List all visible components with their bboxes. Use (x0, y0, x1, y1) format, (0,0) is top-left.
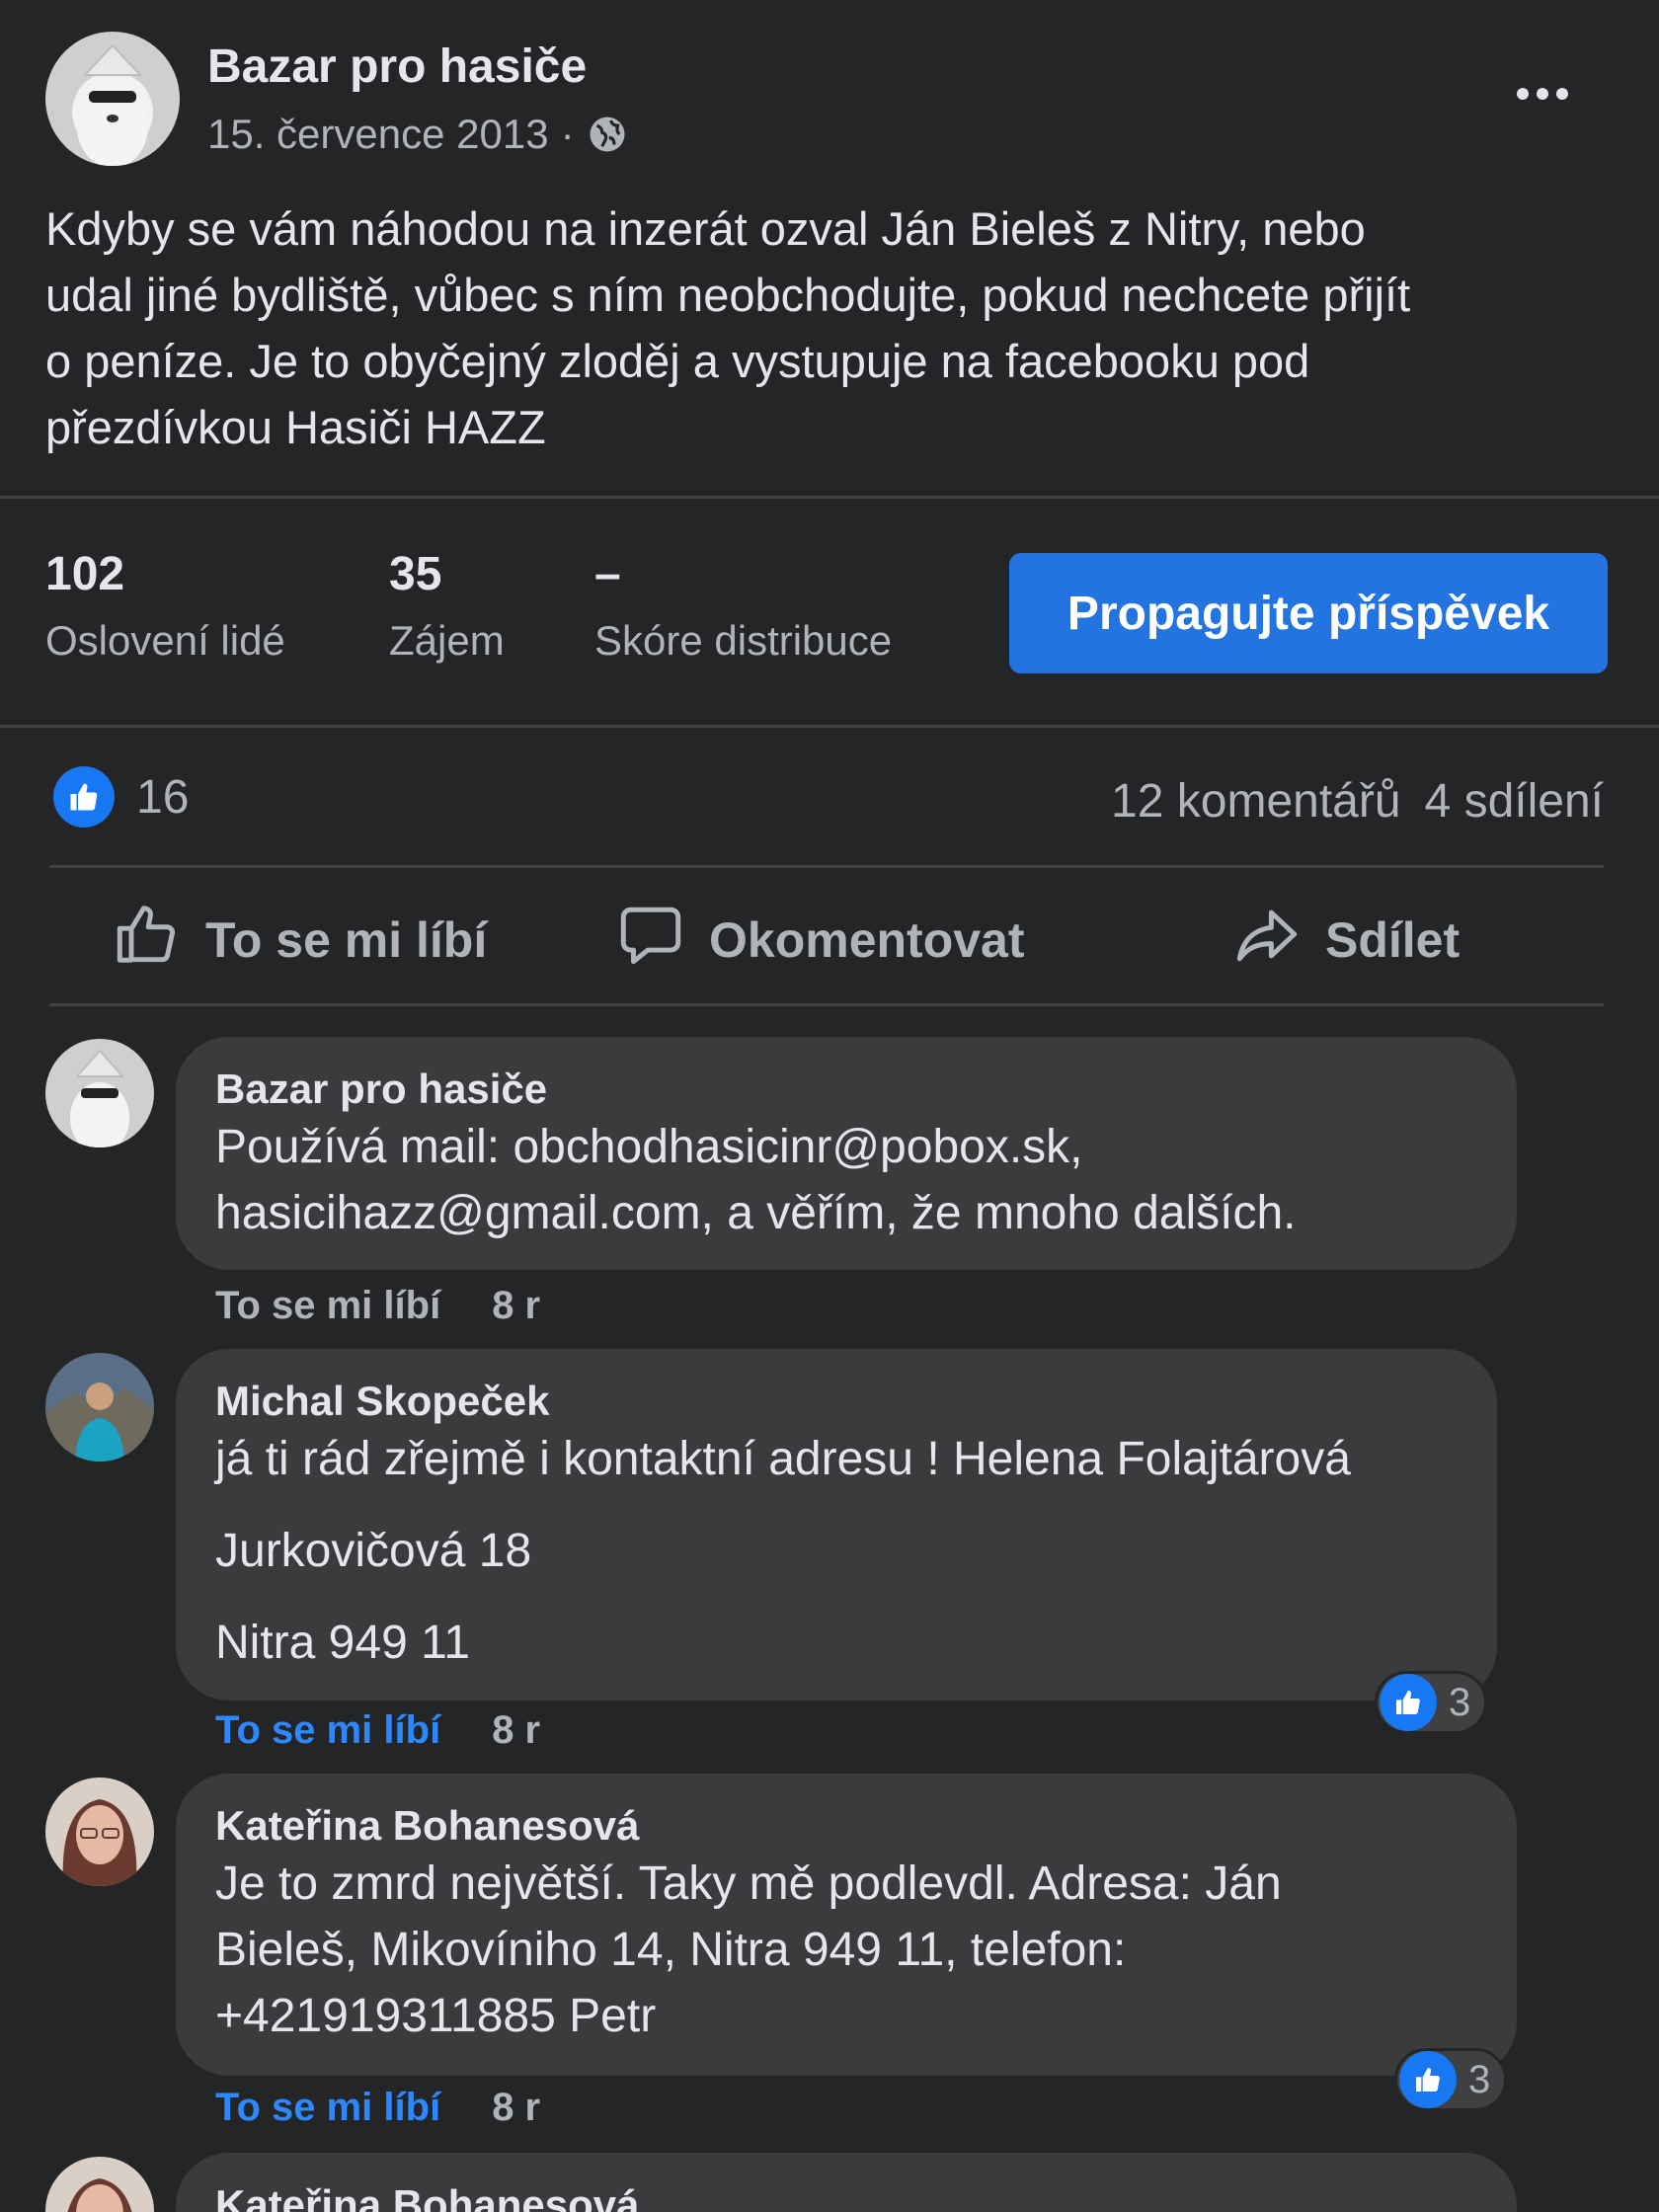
share-count[interactable]: 4 sdílení (1425, 774, 1604, 829)
comment-text-line: Nitra 949 11 (215, 1617, 470, 1669)
engagement-label: Zájem (389, 617, 505, 664)
comment-text-line: Používá mail: obchodhasicinr@pobox.sk, (215, 1121, 1083, 1173)
share-button-label: Sdílet (1325, 912, 1461, 968)
comment-text-line: Bieleš, Mikovíniho 14, Nitra 949 11, tel… (215, 1924, 1127, 1976)
engagement-value: 35 (389, 548, 442, 600)
divider (49, 865, 1604, 868)
comment-like-button[interactable]: To se mi líbí (215, 1708, 440, 1753)
comment-avatar[interactable] (45, 2157, 154, 2212)
comment-text-line: hasicihazz@gmail.com, a věřím, že mnoho … (215, 1187, 1297, 1239)
distribution-stat[interactable]: – Skóre distribuce (594, 547, 892, 666)
post-text: Kdyby se vám náhodou na inzerát ozval Já… (45, 196, 1625, 460)
comment-bubble: Kateřina Bohanesová Je to zmrd největší.… (176, 1774, 1517, 2076)
more-horizontal-icon (1517, 88, 1529, 100)
comment-text-line: Je to zmrd největší. Taky mě podlevdl. A… (215, 1857, 1282, 1910)
comment-timestamp[interactable]: 8 r (492, 1708, 540, 1753)
comment-avatar[interactable] (45, 1353, 154, 1462)
page-avatar[interactable] (45, 32, 180, 166)
more-dot (1556, 88, 1568, 100)
comment-bubble: Kateřina Bohanesová (176, 2153, 1517, 2212)
more-options-button[interactable] (1501, 59, 1584, 128)
post-text-line: Kdyby se vám náhodou na inzerát ozval Já… (45, 202, 1366, 255)
post-text-line: udal jiné bydliště, vůbec s ním neobchod… (45, 269, 1411, 321)
comment-count[interactable]: 12 komentářů (1111, 774, 1401, 829)
comment-actions: To se mi líbí 8 r (215, 1708, 540, 1753)
comment-text-line: Jurkovičová 18 (215, 1525, 532, 1577)
like-reaction-icon (1380, 1674, 1437, 1731)
comment-reaction-summary[interactable]: 3 (1394, 2048, 1508, 2111)
globe-icon[interactable] (587, 114, 628, 155)
comment-avatar[interactable] (45, 1039, 154, 1147)
comment-button-label: Okomentovat (709, 912, 1025, 968)
reach-value: 102 (45, 548, 125, 600)
post-text-line: o peníze. Je to obyčejný zloděj a vystup… (45, 335, 1310, 387)
comment-actions: To se mi líbí 8 r (215, 1284, 540, 1328)
reach-label: Oslovení lidé (45, 617, 285, 664)
page-name[interactable]: Bazar pro hasiče (207, 40, 587, 94)
post-meta: 15. července 2013 · (207, 111, 628, 158)
comment-actions: To se mi líbí 8 r (215, 2086, 540, 2130)
divider (49, 1003, 1604, 1006)
comment-timestamp[interactable]: 8 r (492, 1284, 540, 1328)
comment-bubble-icon (616, 900, 685, 981)
post-text-line: přezdívkou Hasiči HAZZ (45, 401, 546, 453)
comment-timestamp[interactable]: 8 r (492, 2086, 540, 2130)
post-date[interactable]: 15. července 2013 (207, 111, 549, 158)
engagement-counts: 12 komentářů 4 sdílení (1111, 774, 1604, 829)
comment-button[interactable]: Okomentovat (616, 901, 1025, 980)
like-reaction-icon (53, 766, 115, 828)
divider (0, 496, 1659, 499)
comment-bubble: Michal Skopeček já ti rád zřejmě i konta… (176, 1349, 1497, 1700)
share-arrow-icon (1232, 900, 1302, 981)
comment-reaction-summary[interactable]: 3 (1375, 1671, 1488, 1734)
comment-author[interactable]: Kateřina Bohanesová (215, 1801, 1477, 1851)
comment-like-button[interactable]: To se mi líbí (215, 1284, 440, 1328)
reach-stat[interactable]: 102 Oslovení lidé (45, 547, 285, 666)
post-header: Bazar pro hasiče 15. července 2013 · (0, 0, 1659, 188)
more-dot (1537, 88, 1548, 100)
comment-bubble: Bazar pro hasiče Používá mail: obchodhas… (176, 1037, 1517, 1270)
boost-post-button[interactable]: Propagujte příspěvek (1009, 553, 1608, 673)
comment-author[interactable]: Michal Skopeček (215, 1377, 1458, 1426)
comment-text-line: +421919311885 Petr (215, 1990, 657, 2042)
reaction-summary[interactable]: 16 (53, 766, 189, 828)
comment-like-button[interactable]: To se mi líbí (215, 2086, 440, 2130)
meta-separator: · (560, 111, 575, 157)
comment-author[interactable]: Bazar pro hasiče (215, 1065, 1477, 1114)
comment-text-line: já ti rád zřejmě i kontaktní adresu ! He… (215, 1433, 1351, 1485)
divider (0, 725, 1659, 728)
thumbs-up-icon (113, 900, 182, 981)
like-reaction-icon (1399, 2051, 1457, 2108)
reaction-count: 16 (136, 770, 190, 824)
facebook-post: Bazar pro hasiče 15. července 2013 · Kdy… (0, 0, 1659, 2212)
like-button[interactable]: To se mi líbí (113, 901, 487, 980)
comment-avatar[interactable] (45, 1778, 154, 1886)
share-button[interactable]: Sdílet (1232, 901, 1460, 980)
engagement-stat[interactable]: 35 Zájem (389, 547, 505, 666)
distribution-value: – (594, 548, 621, 600)
comment-reaction-count: 3 (1468, 2057, 1491, 2101)
like-button-label: To se mi líbí (205, 912, 488, 968)
distribution-label: Skóre distribuce (594, 617, 893, 664)
comment-reaction-count: 3 (1449, 1680, 1471, 1724)
comment-author[interactable]: Kateřina Bohanesová (215, 2180, 1477, 2212)
